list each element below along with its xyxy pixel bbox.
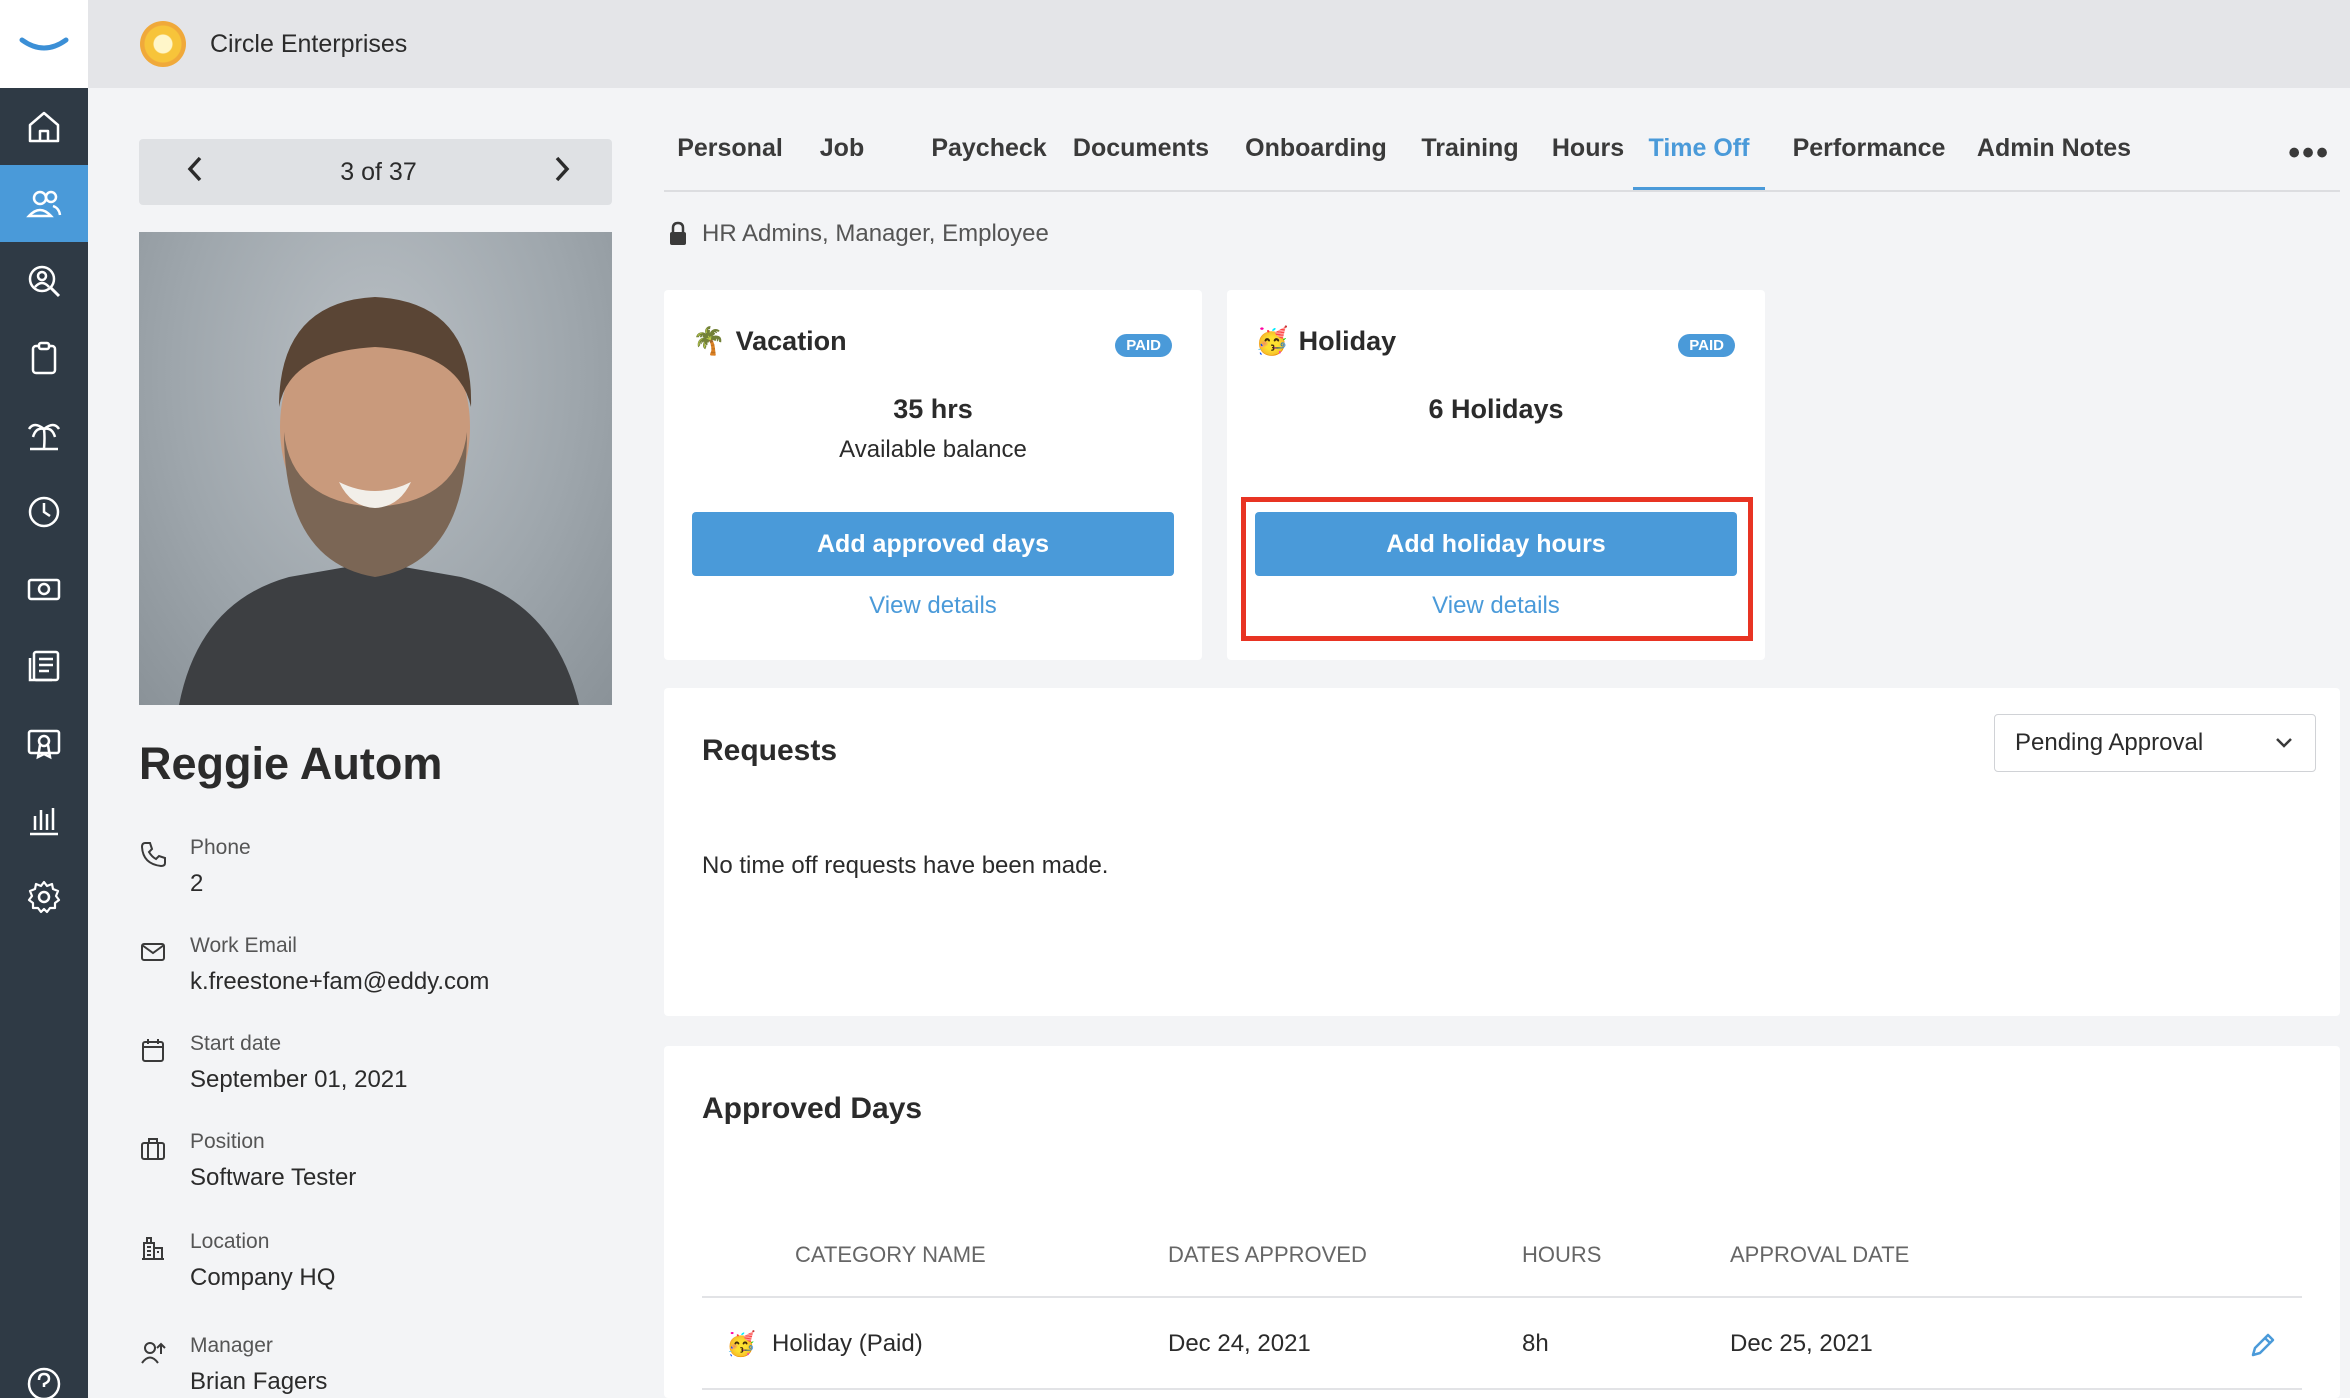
pager-count: 3 of 37 [340, 157, 417, 186]
tab-job[interactable]: Job [797, 134, 887, 190]
mail-icon [141, 943, 165, 961]
field-value: Company HQ [190, 1264, 336, 1291]
column-header: DATES APPROVED [1168, 1242, 1367, 1267]
column-header: APPROVAL DATE [1730, 1242, 1910, 1267]
chevron-down-icon [2276, 738, 2292, 748]
documents-icon[interactable] [0, 627, 88, 704]
field-label: Start date [190, 1032, 282, 1055]
tab-training[interactable]: Training [1405, 134, 1535, 190]
add-approved-days-button[interactable]: Add approved days [692, 512, 1174, 576]
people-icon[interactable] [0, 165, 88, 242]
app-logo[interactable] [0, 0, 88, 88]
start-date-field: Start date September 01, 2021 [139, 1032, 619, 1102]
field-value: k.freestone+fam@eddy.com [190, 968, 490, 995]
access-info: HR Admins, Manager, Employee [668, 220, 1049, 248]
settings-icon[interactable] [0, 858, 88, 935]
row-category: Holiday (Paid) [772, 1330, 923, 1357]
holiday-title-text: Holiday [1298, 325, 1397, 356]
tab-paycheck[interactable]: Paycheck [929, 134, 1049, 190]
holiday-card: 🥳 Holiday PAID 6 Holidays Add holiday ho… [1227, 290, 1765, 660]
vacation-title-text: Vacation [735, 325, 847, 356]
recruiting-icon[interactable] [0, 242, 88, 319]
select-value: Pending Approval [2015, 729, 2204, 756]
palm-tree-emoji-icon: 🌴 [692, 326, 726, 356]
location-field: Location Company HQ [139, 1230, 619, 1300]
access-text: HR Admins, Manager, Employee [702, 220, 1049, 247]
chevron-right-icon[interactable] [552, 155, 572, 189]
pencil-icon[interactable] [2248, 1330, 2278, 1360]
certificate-icon[interactable] [0, 704, 88, 781]
field-label: Location [190, 1230, 270, 1253]
vacation-balance-label: Available balance [839, 436, 1027, 463]
more-options-icon[interactable]: ••• [2288, 134, 2330, 173]
field-value: Software Tester [190, 1164, 357, 1191]
field-label: Work Email [190, 934, 297, 957]
tab-performance[interactable]: Performance [1776, 134, 1962, 190]
row-dates: Dec 24, 2021 [1168, 1330, 1311, 1357]
field-label: Manager [190, 1334, 273, 1357]
requests-card: Requests Pending Approval No time off re… [664, 688, 2340, 1016]
tab-onboarding[interactable]: Onboarding [1231, 134, 1401, 190]
approved-days-card: Approved Days CATEGORY NAME DATES APPROV… [664, 1046, 2340, 1398]
column-header: HOURS [1522, 1242, 1602, 1267]
vacation-title: 🌴 Vacation [692, 325, 847, 357]
empty-requests-message: No time off requests have been made. [702, 852, 1109, 879]
paid-badge: PAID [1678, 334, 1735, 357]
paid-badge: PAID [1115, 334, 1172, 357]
position-field: Position Software Tester [139, 1130, 619, 1200]
row-hours: 8h [1522, 1330, 1549, 1357]
table-header: CATEGORY NAME DATES APPROVED HOURS APPRO… [702, 1242, 2302, 1298]
requests-title: Requests [702, 734, 838, 767]
icon-rail [0, 0, 88, 1398]
manager-icon [141, 1342, 166, 1364]
tab-documents[interactable]: Documents [1071, 134, 1211, 190]
building-icon [142, 1237, 164, 1260]
holiday-count: 6 Holidays [1428, 394, 1564, 424]
clipboard-icon[interactable] [0, 319, 88, 396]
column-header: CATEGORY NAME [795, 1242, 986, 1267]
row-emoji-icon: 🥳 [726, 1331, 756, 1358]
party-face-emoji-icon: 🥳 [1255, 326, 1289, 356]
company-logo [140, 21, 186, 67]
tab-time-off[interactable]: Time Off [1633, 134, 1765, 190]
profile-tabs: Personal Job Paycheck Documents Onboardi… [664, 124, 2340, 192]
phone-field: Phone 2 [139, 836, 619, 906]
field-value: 2 [190, 870, 204, 897]
palm-tree-icon[interactable] [0, 396, 88, 473]
lock-icon [670, 221, 686, 245]
holiday-title: 🥳 Holiday [1255, 325, 1396, 357]
clock-icon[interactable] [0, 473, 88, 550]
vacation-card: 🌴 Vacation PAID 35 hrs Available balance… [664, 290, 1202, 660]
field-label: Position [190, 1130, 265, 1153]
work-email-field: Work Email k.freestone+fam@eddy.com [139, 934, 619, 1004]
help-icon[interactable] [0, 1328, 88, 1398]
chevron-left-icon[interactable] [185, 155, 205, 189]
field-label: Phone [190, 836, 251, 859]
calendar-icon [142, 1039, 164, 1062]
employee-pager: 3 of 37 [139, 139, 612, 205]
tab-hours[interactable]: Hours [1538, 134, 1638, 190]
employee-name: Reggie Autom [139, 738, 443, 789]
vacation-balance: 35 hrs [893, 394, 973, 424]
company-name[interactable]: Circle Enterprises [210, 30, 407, 59]
reports-icon[interactable] [0, 781, 88, 858]
field-value: September 01, 2021 [190, 1066, 408, 1093]
profile-photo [139, 232, 612, 705]
add-holiday-hours-button[interactable]: Add holiday hours [1255, 512, 1737, 576]
phone-icon [140, 842, 166, 868]
manager-field: Manager Brian Fagers [139, 1334, 619, 1398]
table-row: 🥳 Holiday (Paid) Dec 24, 2021 8h Dec 25,… [702, 1300, 2302, 1390]
row-approval-date: Dec 25, 2021 [1730, 1330, 1873, 1357]
tab-admin-notes[interactable]: Admin Notes [1964, 134, 2144, 190]
request-status-select[interactable]: Pending Approval [1994, 714, 2316, 772]
top-bar: Circle Enterprises [88, 0, 2350, 88]
tab-personal[interactable]: Personal [674, 134, 786, 190]
home-icon[interactable] [0, 88, 88, 165]
field-value: Brian Fagers [190, 1368, 328, 1395]
briefcase-icon [141, 1138, 165, 1160]
vacation-view-details-link[interactable]: View details [664, 592, 1202, 620]
holiday-view-details-link[interactable]: View details [1227, 592, 1765, 620]
approved-days-title: Approved Days [702, 1092, 923, 1125]
payroll-icon[interactable] [0, 550, 88, 627]
